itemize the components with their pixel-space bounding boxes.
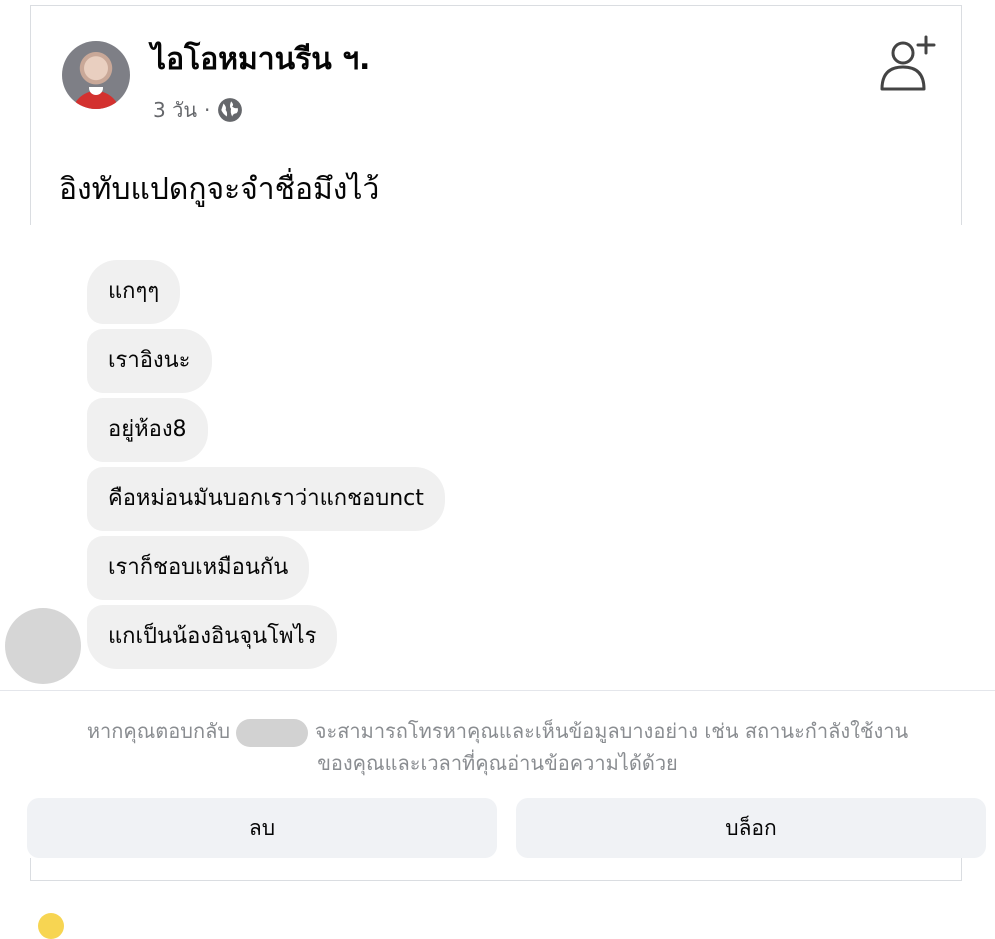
add-friend-icon[interactable] <box>876 31 942 97</box>
reaction-emoji-icon <box>38 913 64 939</box>
notice-text-end: จะสามารถโทรหาคุณและเห็นข้อมูลบางอย่าง เช… <box>308 719 909 743</box>
delete-button[interactable]: ลบ <box>27 798 497 858</box>
divider <box>0 690 995 691</box>
post-time[interactable]: 3 วัน <box>153 94 197 126</box>
block-button[interactable]: บล็อก <box>516 798 986 858</box>
message-bubble[interactable]: คือหม่อนมันบอกเราว่าแกชอบnct <box>87 467 445 531</box>
redacted-sender-name <box>236 718 309 747</box>
message-bubble[interactable]: แกๆๆ <box>87 260 181 324</box>
shared-post-card: ไอโอหมานรีน ฯ. 3 วัน · อิงทับแปดกูจะจำชื… <box>30 5 962 225</box>
lower-card-edge <box>30 858 962 881</box>
sender-avatar-blurred <box>5 608 81 684</box>
message-request-notice: หากคุณตอบกลับ จะสามารถโทรหาคุณและเห็นข้อ… <box>0 715 995 779</box>
notice-text-start: หากคุณตอบกลับ <box>86 719 237 743</box>
message-list: แกๆๆ เราอิงนะ อยู่ห้อง8 คือหม่อนมันบอกเร… <box>87 260 445 674</box>
author-avatar[interactable] <box>62 41 130 109</box>
notice-text-line2: ของคุณและเวลาที่คุณอ่านข้อความได้ด้วย <box>317 751 678 775</box>
post-text: อิงทับแปดกูจะจำชื่อมึงไว้ <box>59 172 380 207</box>
post-author-name[interactable]: ไอโอหมานรีน ฯ. <box>151 36 370 83</box>
message-bubble[interactable]: แกเป็นน้องอินจุนโพไร <box>87 605 338 669</box>
meta-separator: · <box>203 98 211 122</box>
message-bubble[interactable]: เราก็ชอบเหมือนกัน <box>87 536 310 600</box>
globe-icon <box>218 98 243 122</box>
message-bubble[interactable]: อยู่ห้อง8 <box>87 398 208 462</box>
message-bubble[interactable]: เราอิงนะ <box>87 329 212 393</box>
post-meta: 3 วัน · <box>153 94 243 126</box>
